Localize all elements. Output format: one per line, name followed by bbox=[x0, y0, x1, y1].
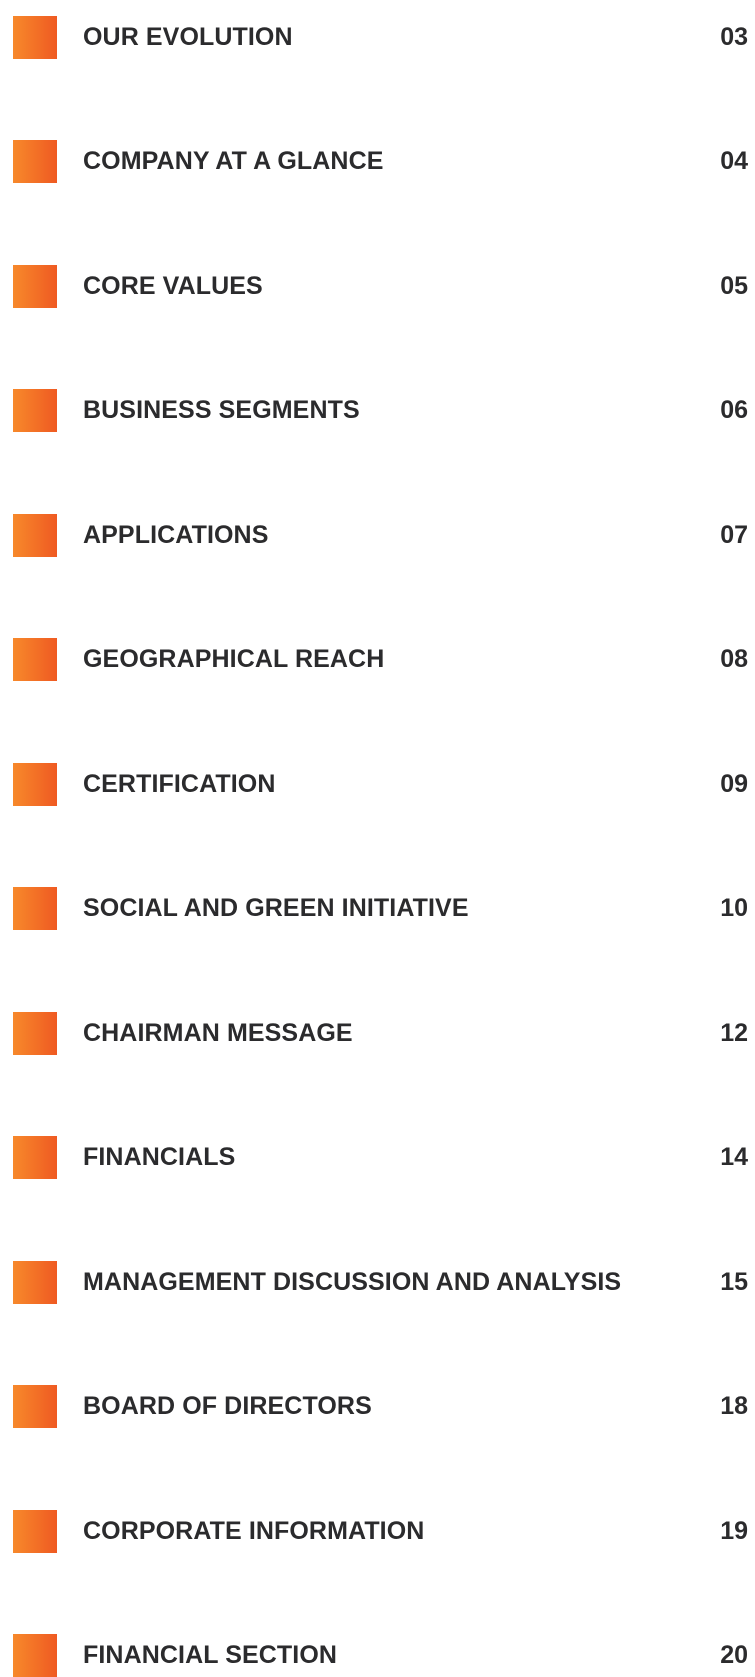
orange-square-bullet-icon bbox=[13, 16, 57, 59]
orange-square-bullet-icon bbox=[13, 1385, 57, 1428]
toc-entry-page-number: 05 bbox=[720, 272, 748, 300]
toc-entry-management-discussion-and-analysis[interactable]: MANAGEMENT DISCUSSION AND ANALYSIS 15 bbox=[0, 1260, 755, 1304]
toc-entry-title: GEOGRAPHICAL REACH bbox=[83, 645, 385, 673]
toc-entry-title: CHAIRMAN MESSAGE bbox=[83, 1019, 353, 1047]
toc-entry-title: CORPORATE INFORMATION bbox=[83, 1517, 425, 1545]
toc-entry-page-number: 09 bbox=[720, 770, 748, 798]
toc-entry-page-number: 04 bbox=[720, 147, 748, 175]
toc-entry-page-number: 20 bbox=[720, 1641, 748, 1669]
orange-square-bullet-icon bbox=[13, 763, 57, 806]
toc-entry-core-values[interactable]: CORE VALUES 05 bbox=[0, 264, 755, 308]
toc-entry-geographical-reach[interactable]: GEOGRAPHICAL REACH 08 bbox=[0, 637, 755, 681]
toc-entry-corporate-information[interactable]: CORPORATE INFORMATION 19 bbox=[0, 1509, 755, 1553]
toc-entry-title: OUR EVOLUTION bbox=[83, 23, 293, 51]
toc-entry-title: CERTIFICATION bbox=[83, 770, 276, 798]
toc-entry-financial-section[interactable]: FINANCIAL SECTION 20 bbox=[0, 1633, 755, 1677]
toc-entry-page-number: 03 bbox=[720, 23, 748, 51]
toc-entry-title: COMPANY AT A GLANCE bbox=[83, 147, 384, 175]
orange-square-bullet-icon bbox=[13, 514, 57, 557]
orange-square-bullet-icon bbox=[13, 1261, 57, 1304]
toc-entry-our-evolution[interactable]: OUR EVOLUTION 03 bbox=[0, 15, 755, 59]
orange-square-bullet-icon bbox=[13, 389, 57, 432]
toc-entry-page-number: 15 bbox=[720, 1268, 748, 1296]
orange-square-bullet-icon bbox=[13, 265, 57, 308]
toc-entry-title: FINANCIAL SECTION bbox=[83, 1641, 338, 1669]
toc-entry-page-number: 06 bbox=[720, 396, 748, 424]
toc-entry-business-segments[interactable]: BUSINESS SEGMENTS 06 bbox=[0, 388, 755, 432]
orange-square-bullet-icon bbox=[13, 1012, 57, 1055]
toc-entry-title: FINANCIALS bbox=[83, 1143, 236, 1171]
toc-entry-title: BOARD OF DIRECTORS bbox=[83, 1392, 372, 1420]
toc-entry-page-number: 12 bbox=[720, 1019, 748, 1047]
toc-entry-page-number: 07 bbox=[720, 521, 748, 549]
toc-entry-title: BUSINESS SEGMENTS bbox=[83, 396, 360, 424]
toc-entry-certification[interactable]: CERTIFICATION 09 bbox=[0, 762, 755, 806]
toc-entry-title: CORE VALUES bbox=[83, 272, 263, 300]
toc-entry-page-number: 08 bbox=[720, 645, 748, 673]
orange-square-bullet-icon bbox=[13, 1634, 57, 1677]
toc-entry-board-of-directors[interactable]: BOARD OF DIRECTORS 18 bbox=[0, 1384, 755, 1428]
toc-entry-chairman-message[interactable]: CHAIRMAN MESSAGE 12 bbox=[0, 1011, 755, 1055]
toc-entry-title: APPLICATIONS bbox=[83, 521, 269, 549]
orange-square-bullet-icon bbox=[13, 1510, 57, 1553]
toc-entry-financials[interactable]: FINANCIALS 14 bbox=[0, 1135, 755, 1179]
orange-square-bullet-icon bbox=[13, 887, 57, 930]
toc-entry-social-and-green-initiative[interactable]: SOCIAL AND GREEN INITIATIVE 10 bbox=[0, 886, 755, 930]
toc-entry-page-number: 18 bbox=[720, 1392, 748, 1420]
toc-entry-company-at-a-glance[interactable]: COMPANY AT A GLANCE 04 bbox=[0, 139, 755, 183]
orange-square-bullet-icon bbox=[13, 140, 57, 183]
toc-entry-title: MANAGEMENT DISCUSSION AND ANALYSIS bbox=[83, 1268, 622, 1296]
toc-entry-applications[interactable]: APPLICATIONS 07 bbox=[0, 513, 755, 557]
toc-entry-page-number: 14 bbox=[720, 1143, 748, 1171]
orange-square-bullet-icon bbox=[13, 638, 57, 681]
orange-square-bullet-icon bbox=[13, 1136, 57, 1179]
toc-entry-page-number: 10 bbox=[720, 894, 748, 922]
toc-entry-page-number: 19 bbox=[720, 1517, 748, 1545]
toc-entry-title: SOCIAL AND GREEN INITIATIVE bbox=[83, 894, 469, 922]
